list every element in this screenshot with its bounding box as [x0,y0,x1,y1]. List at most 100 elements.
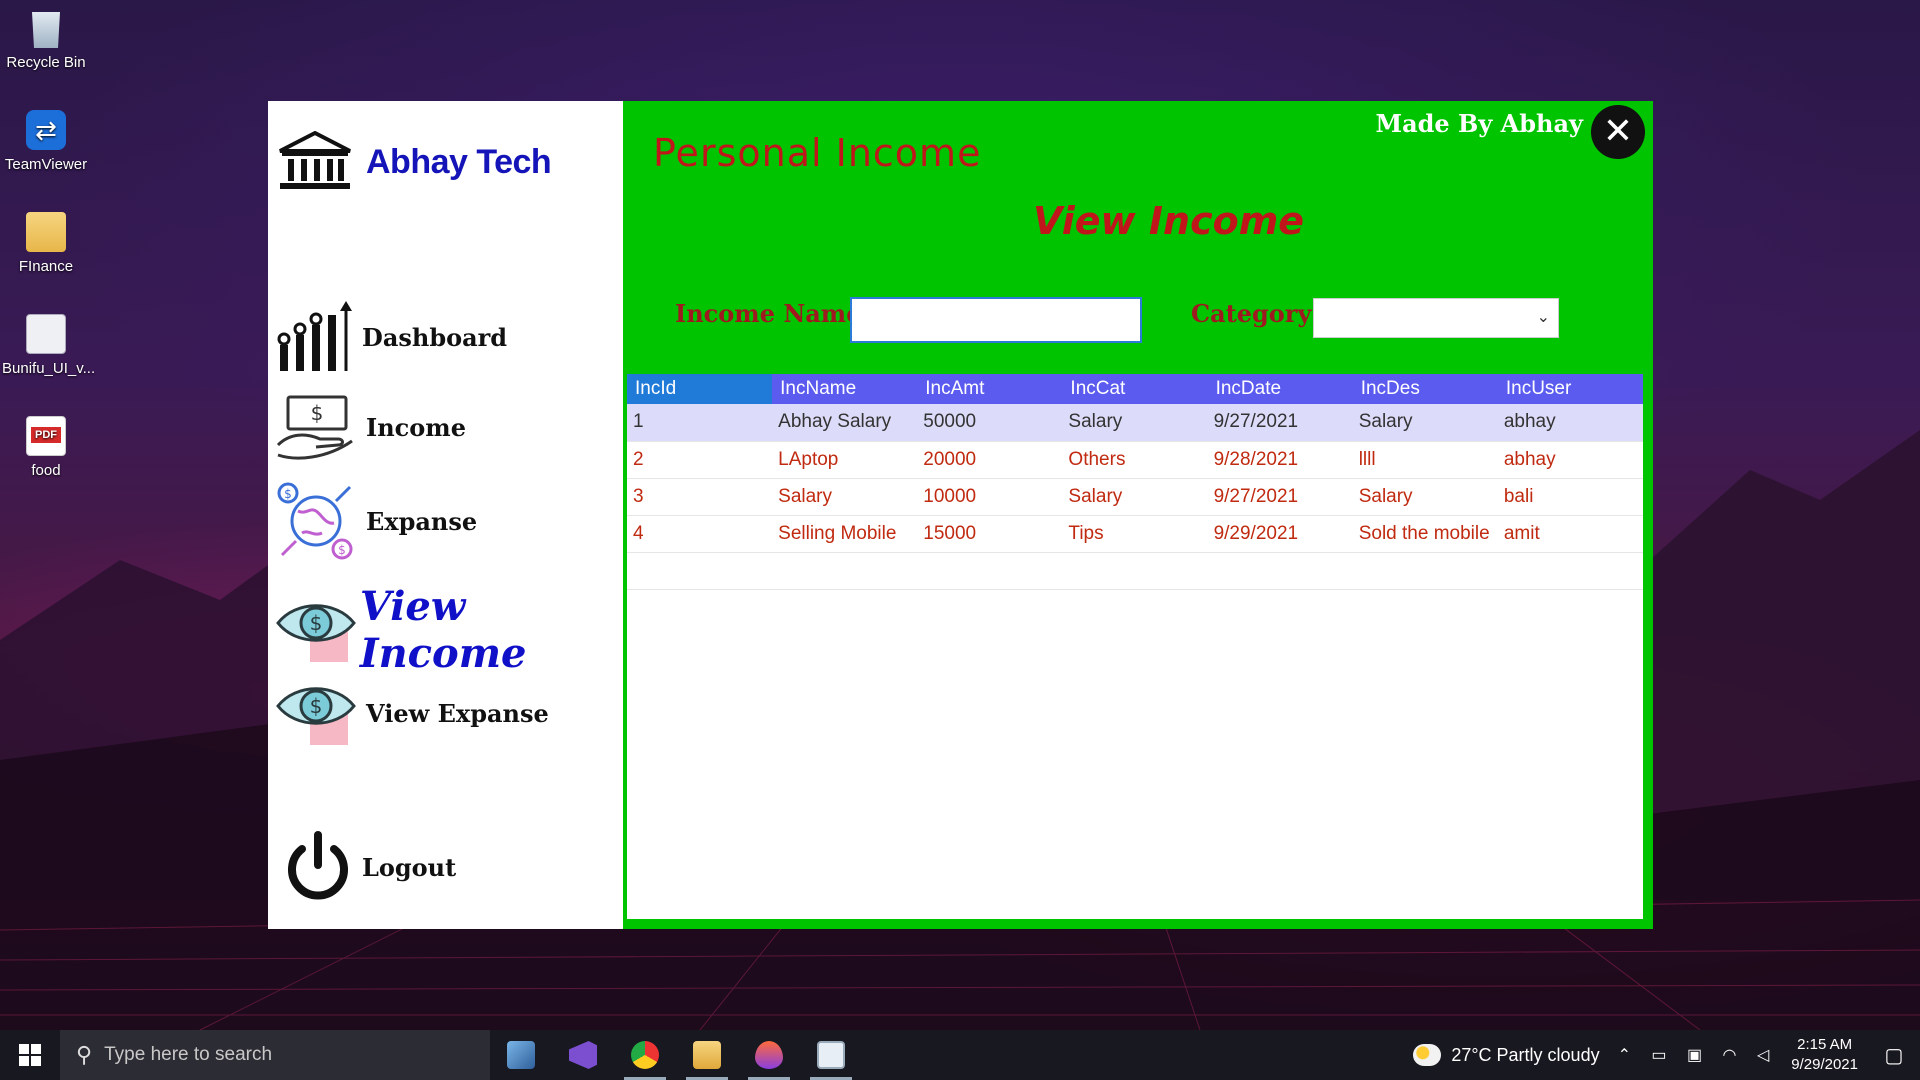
clock-date: 9/29/2021 [1791,1056,1858,1073]
desktop-icon-label: Bunifu_UI_v... [2,360,96,377]
column-header[interactable]: IncAmt [917,374,1063,404]
table-cell: 20000 [917,441,1063,479]
table-cell: Sold the mobile [1352,515,1498,553]
sidebar: Abhay Tech Dashboard $ Income $ $ Expans… [268,101,624,929]
table-cell: 3 [627,478,773,516]
table-cell: Selling Mobile [772,515,918,553]
table-row[interactable]: 1 Abhay Salary 50000 Salary 9/27/2021 Sa… [627,404,1643,442]
nav-logout[interactable]: Logout [284,831,456,903]
desktop-icon-recycle-bin[interactable]: Recycle Bin [2,8,90,71]
table-cell: Salary [1352,478,1498,516]
taskbar-app-window[interactable] [800,1030,862,1080]
nav-view-income[interactable]: $ View Income [276,583,624,677]
income-name-label: Income Name [675,299,862,328]
table-cell: Salary [1062,404,1208,442]
nav-view-expanse-label: View Expanse [366,698,549,728]
notification-icon[interactable]: ▢ [1874,1043,1914,1068]
app-title: Personal Income [653,131,982,175]
made-by-label: Made By Abhay [1375,109,1583,138]
nav-view-income-label: View Income [359,583,527,677]
income-table: IncId IncName IncAmt IncCat IncDate IncD… [627,374,1643,590]
table-cell: abhay [1497,441,1643,479]
table-cell: 9/29/2021 [1207,515,1353,553]
nav-dashboard-label: Dashboard [362,322,508,352]
search-placeholder: Type here to search [104,1044,273,1065]
table-cell: 50000 [917,404,1063,442]
windows-logo-icon [19,1044,41,1066]
table-new-row[interactable] [627,552,1643,590]
table-cell: amit [1497,515,1643,553]
table-header-row: IncId IncName IncAmt IncCat IncDate IncD… [627,374,1643,404]
desktop-icon-teamviewer[interactable]: TeamViewer [2,110,90,173]
taskbar: ⚲ Type here to search 27°C Partly cloudy… [0,1030,1920,1080]
eye-dollar-icon: $ [276,598,356,662]
column-header[interactable]: IncUser [1497,374,1643,404]
nav-view-expanse[interactable]: $ View Expanse [276,681,549,745]
nav-dashboard[interactable]: Dashboard [276,301,507,373]
table-row[interactable]: 4 Selling Mobile 15000 Tips 9/29/2021 So… [627,515,1643,553]
table-cell: Others [1062,441,1208,479]
folder-icon [26,212,66,252]
close-icon: ✕ [1602,111,1634,152]
table-cell: Tips [1062,515,1208,553]
dll-file-icon [26,314,66,354]
close-button[interactable]: ✕ [1591,105,1645,159]
app-window: Abhay Tech Dashboard $ Income $ $ Expans… [268,101,1653,929]
clock[interactable]: 2:15 AM 9/29/2021 [1791,1035,1858,1075]
start-button[interactable] [0,1030,60,1080]
desktop-icon-label: FInance [18,258,74,275]
desktop-icon-food[interactable]: food [2,416,90,479]
flame-app-icon [755,1041,783,1069]
visual-studio-icon [569,1041,597,1069]
page-title: View Income [1033,199,1305,243]
column-header[interactable]: IncDate [1207,374,1353,404]
nav-logout-label: Logout [362,852,457,882]
brand-title: Abhay Tech [366,142,552,181]
taskbar-app-folder[interactable] [676,1030,738,1080]
income-name-input[interactable] [850,297,1142,343]
tray-icons[interactable]: ⌃ ▭ ▣ ◠ ◁ [1618,1045,1778,1065]
taskbar-app-flame[interactable] [738,1030,800,1080]
column-header[interactable]: IncCat [1062,374,1208,404]
desktop-icon-finance[interactable]: FInance [2,212,90,275]
table-cell: 1 [627,404,773,442]
weather-widget[interactable]: 27°C Partly cloudy [1413,1044,1600,1066]
weather-text: 27°C Partly cloudy [1451,1044,1600,1065]
table-row[interactable]: 3 Salary 10000 Salary 9/27/2021 Salary b… [627,478,1643,516]
table-cell: Salary [1352,404,1498,442]
table-row[interactable]: 2 LAptop 20000 Others 9/28/2021 llll abh… [627,441,1643,479]
nav-income[interactable]: $ Income [276,393,466,461]
clock-time: 2:15 AM [1797,1036,1853,1053]
chrome-icon [631,1041,659,1069]
window-app-icon [817,1041,845,1069]
dashboard-chart-icon [277,301,352,371]
desktop-icon-bunifu[interactable]: Bunifu_UI_v... [2,314,95,377]
table-cell: 9/28/2021 [1207,441,1353,479]
pdf-file-icon [26,416,66,456]
svg-text:$: $ [310,694,323,718]
nav-expanse[interactable]: $ $ Expanse [276,481,477,561]
teamviewer-icon [26,110,66,150]
table-cell: bali [1497,478,1643,516]
column-header[interactable]: IncName [772,374,918,404]
column-header[interactable]: IncDes [1352,374,1498,404]
desktop-icon-label: Recycle Bin [6,54,86,71]
category-select[interactable]: ⌄ [1313,298,1559,338]
table-cell: 9/27/2021 [1207,404,1353,442]
chevron-down-icon: ⌄ [1536,307,1550,326]
money-hand-icon: $ [276,395,353,460]
taskbar-app-visual-studio[interactable] [552,1030,614,1080]
income-grid[interactable]: IncId IncName IncAmt IncCat IncDate IncD… [627,374,1643,919]
table-cell: Salary [1062,478,1208,516]
file-explorer-laptop-icon [507,1041,535,1069]
globe-dollar-icon: $ $ [277,482,353,560]
column-header[interactable]: IncId [627,374,773,404]
taskbar-app-explorer[interactable] [490,1030,552,1080]
brand: Abhay Tech [278,131,552,193]
svg-text:$: $ [310,611,323,635]
taskbar-app-chrome[interactable] [614,1030,676,1080]
table-cell: 9/27/2021 [1207,478,1353,516]
nav-income-label: Income [366,412,466,442]
power-icon [288,831,348,900]
taskbar-search[interactable]: ⚲ Type here to search [60,1030,490,1080]
